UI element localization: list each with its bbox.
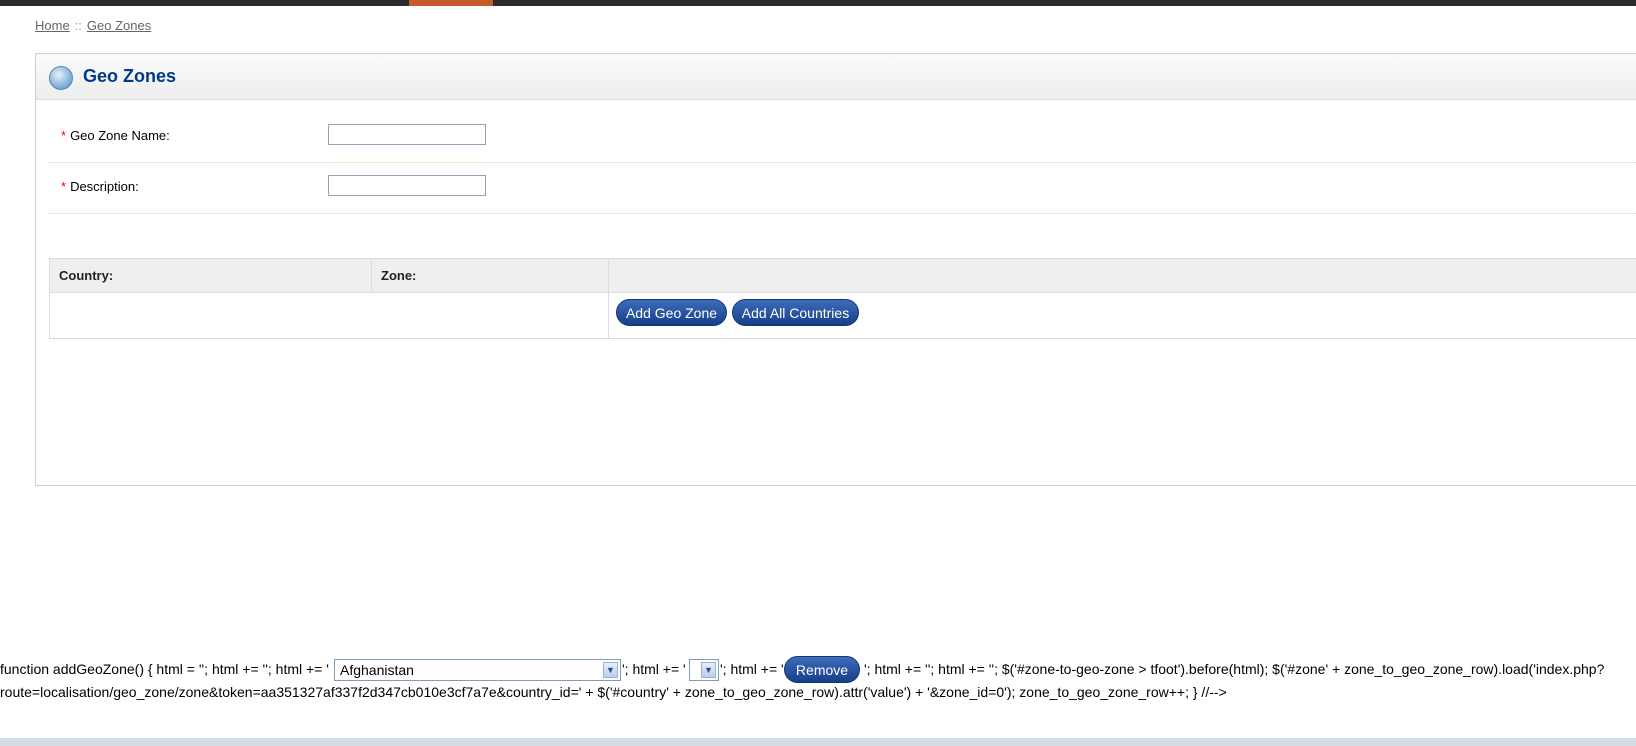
breadcrumb-geo-zones-link[interactable]: Geo Zones <box>87 18 151 33</box>
script-dump-fragment: '; html += ' <box>622 661 686 677</box>
zone-to-geo-zone-table: Country: Zone: Add Geo Zone Add All Coun… <box>49 258 1636 339</box>
breadcrumb-home-link[interactable]: Home <box>35 18 70 33</box>
breadcrumb-separator: :: <box>74 18 82 33</box>
script-dump-fragment: '; html += ''; html += ''; $('#zone-to-g… <box>864 661 1605 677</box>
top-nav-bar <box>0 0 1636 6</box>
column-divider <box>371 259 372 292</box>
remove-button[interactable]: Remove <box>784 656 860 683</box>
zone-select[interactable]: ▼ <box>689 659 719 681</box>
geo-zone-name-label: * Geo Zone Name: <box>61 128 170 143</box>
chevron-down-icon: ▼ <box>603 662 618 678</box>
required-marker: * <box>61 128 67 143</box>
add-all-countries-button[interactable]: Add All Countries <box>732 299 859 326</box>
geo-zone-form-box: Geo Zones * Geo Zone Name: * Description: … <box>35 53 1636 486</box>
breadcrumb: Home:: Geo Zones <box>35 18 151 33</box>
globe-icon <box>49 66 73 90</box>
footer-bar <box>0 738 1636 746</box>
box-heading: Geo Zones <box>36 54 1636 100</box>
table-header-row: Country: Zone: <box>50 259 1636 293</box>
description-label: * Description: <box>61 179 139 194</box>
required-marker: * <box>61 179 67 194</box>
column-divider <box>608 259 609 338</box>
country-column-header: Country: <box>59 268 114 283</box>
description-row: * Description: <box>49 161 1636 214</box>
description-input[interactable] <box>328 175 486 196</box>
chevron-down-icon: ▼ <box>701 662 716 678</box>
geo-zone-name-row: * Geo Zone Name: <box>49 110 1636 163</box>
active-nav-tab[interactable] <box>409 0 493 6</box>
geo-zone-name-input[interactable] <box>328 124 486 145</box>
script-dump-line2: route=localisation/geo_zone/zone&token=a… <box>0 684 1227 700</box>
script-dump-fragment: '; html += ' <box>720 661 784 677</box>
script-dump-line1: function addGeoZone() { html = ''; html … <box>0 661 329 677</box>
zone-column-header: Zone: <box>381 268 417 283</box>
country-select[interactable]: Afghanistan ▼ <box>334 659 621 681</box>
page-title: Geo Zones <box>83 66 177 86</box>
add-geo-zone-button[interactable]: Add Geo Zone <box>616 299 727 326</box>
